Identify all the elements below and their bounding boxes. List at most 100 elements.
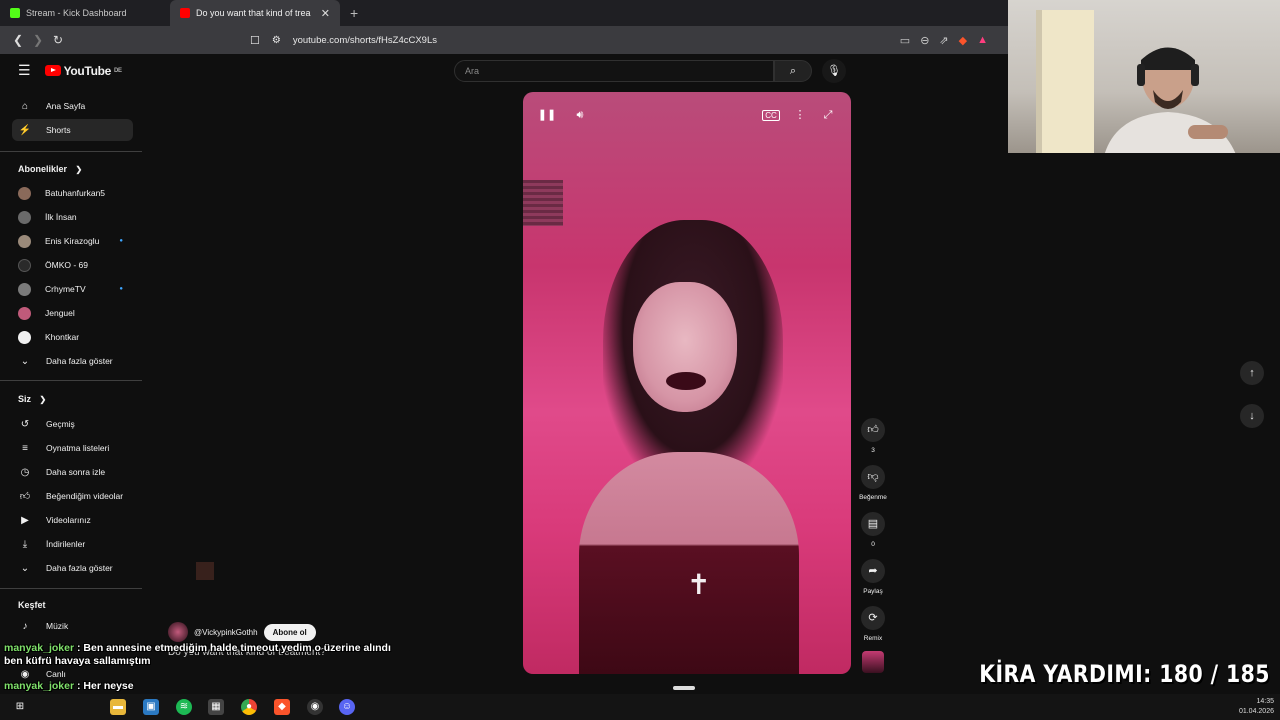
search-input[interactable]: Ara <box>454 60 774 82</box>
discord-icon[interactable]: ☺ <box>339 699 355 715</box>
sidebar-item-subscription[interactable]: Khontkar <box>12 326 133 348</box>
like-action[interactable]: 👍︎ 3 <box>860 418 886 454</box>
sidebar-item-subscription[interactable]: CrhymeTV ● <box>12 278 133 300</box>
thumbs-up-icon[interactable]: 👍︎ <box>861 418 885 442</box>
sidebar-item-subscription[interactable]: Batuhanfurkan5 <box>12 182 133 204</box>
thumbs-down-icon[interactable]: 👎︎ <box>861 465 885 489</box>
sidebar-item-liked-videos[interactable]: 👍︎ Beğendiğim videolar <box>12 485 133 507</box>
share-arrow-icon[interactable]: ➦ <box>861 559 885 583</box>
volume-button[interactable]: 🔊︎ <box>569 104 591 126</box>
chat-message: manyak_joker : Her neyse <box>4 680 134 692</box>
sidebar-item-shorts[interactable]: ⚡ Shorts <box>12 119 133 141</box>
captions-button[interactable]: CC <box>760 104 782 126</box>
sidebar-item-your-videos[interactable]: ▶ Videolarınız <box>12 509 133 531</box>
chat-username: manyak_joker <box>4 642 75 654</box>
subscribe-button[interactable]: Abone ol <box>263 623 316 641</box>
sidebar-item-label: Ana Sayfa <box>46 101 86 111</box>
dislike-action[interactable]: 👎︎ Beğenme <box>859 465 887 501</box>
tab-title: Stream - Kick Dashboard <box>26 8 127 18</box>
file-explorer-icon[interactable]: ▬ <box>110 699 126 715</box>
voice-search-button[interactable]: 🎙︎ <box>822 59 846 83</box>
shorts-video-player[interactable]: ✝ ❚❚ 🔊︎ CC ⋮ ⤢ <box>523 92 851 674</box>
brave-rewards-icon[interactable]: ▲ <box>977 34 988 46</box>
cast-icon[interactable]: ▭ <box>900 34 910 47</box>
sidebar-item-label: Shorts <box>46 125 71 135</box>
chevron-down-icon: ⌄ <box>20 562 30 574</box>
brave-icon[interactable]: ◆ <box>274 699 290 715</box>
share-icon[interactable]: ⇗ <box>939 34 948 47</box>
brave-shield-icon[interactable]: ◆ <box>959 34 967 47</box>
sidebar-item-show-more[interactable]: ⌄ Daha fazla göster <box>12 350 133 372</box>
cross-necklace: ✝ <box>687 569 711 600</box>
you-heading[interactable]: Siz ❯ <box>18 394 46 404</box>
sidebar-item-label: Beğendiğim videolar <box>46 491 124 501</box>
app-icon[interactable]: ▣ <box>143 699 159 715</box>
share-label: Paylaş <box>863 588 883 595</box>
youtube-icon <box>180 8 190 18</box>
hamburger-menu-icon[interactable]: ☰ <box>18 62 31 79</box>
pause-icon: ❚❚ <box>537 109 557 121</box>
address-bar[interactable]: ☐ ⚙ youtube.com/shorts/fHsZ4cCX9Ls <box>250 26 437 54</box>
chevron-right-icon: ❯ <box>39 395 47 404</box>
you-heading-text: Siz <box>18 394 32 404</box>
remix-action[interactable]: ⟳ Remix <box>860 606 886 642</box>
video-scene-face <box>633 282 737 412</box>
audio-thumbnail[interactable] <box>862 651 884 673</box>
channel-avatar[interactable] <box>168 622 188 642</box>
next-short-button[interactable]: ↓ <box>1240 404 1264 428</box>
channel-handle[interactable]: @VickypinkGothh <box>194 628 258 637</box>
kick-icon <box>10 8 20 18</box>
comment-icon[interactable]: ▤ <box>861 512 885 536</box>
sound-thumbnail[interactable] <box>860 651 886 673</box>
tab-title: Do you want that kind of trea <box>196 8 311 18</box>
sidebar-item-history[interactable]: ↺ Geçmiş <box>12 413 133 435</box>
new-tab-button[interactable]: + <box>340 5 368 21</box>
like-count: 3 <box>871 447 875 454</box>
share-action[interactable]: ➦ Paylaş <box>860 559 886 595</box>
rent-donation-counter: KİRA YARDIMI: 180 / 185 <box>979 660 1270 688</box>
forward-icon[interactable]: ❯ <box>28 33 48 47</box>
fullscreen-button[interactable]: ⤢ <box>817 104 839 126</box>
tab-kick-dashboard[interactable]: Stream - Kick Dashboard <box>0 0 170 26</box>
pause-button[interactable]: ❚❚ <box>536 104 558 126</box>
sidebar-item-subscription[interactable]: Jenguel <box>12 302 133 324</box>
back-icon[interactable]: ❮ <box>8 33 28 47</box>
system-clock[interactable]: 14:35 01.04.2026 <box>1239 697 1274 717</box>
more-options-button[interactable]: ⋮ <box>789 104 811 126</box>
spotify-icon[interactable]: ≋ <box>176 699 192 715</box>
comments-action[interactable]: ▤ 0 <box>860 512 886 548</box>
zoom-icon[interactable]: ⊖ <box>920 34 929 47</box>
like-icon: 👍︎ <box>19 491 31 502</box>
youtube-logo[interactable]: YouTube DE <box>44 64 122 78</box>
sidebar-item-home[interactable]: ⌂ Ana Sayfa <box>12 95 133 117</box>
next-video-peek <box>673 686 695 690</box>
sidebar-item-downloads[interactable]: ⤓ İndirilenler <box>12 533 133 555</box>
chat-message: manyak_joker : Ben annesine etmediğim ha… <box>4 642 391 667</box>
sidebar-item-show-more[interactable]: ⌄ Daha fazla göster <box>12 557 133 579</box>
search-button[interactable]: ⌕ <box>774 60 812 82</box>
windows-start-icon[interactable]: ⊞ <box>12 699 28 715</box>
site-info-icon[interactable]: ⚙ <box>272 35 281 46</box>
subscriptions-heading[interactable]: Abonelikler ❯ <box>18 164 82 174</box>
sidebar-item-watch-later[interactable]: ◷ Daha sonra izle <box>12 461 133 483</box>
reload-icon[interactable]: ↻ <box>48 33 68 47</box>
subscriptions-heading-text: Abonelikler <box>18 164 68 174</box>
sidebar-item-music[interactable]: ♪ Müzik <box>12 615 133 637</box>
calculator-icon[interactable]: ▦ <box>208 699 224 715</box>
sidebar-item-subscription[interactable]: Enis Kirazoglu ● <box>12 230 133 252</box>
arrow-down-icon: ↓ <box>1249 410 1255 422</box>
sidebar-item-subscription[interactable]: ÖMKO - 69 <box>12 254 133 276</box>
previous-short-button[interactable]: ↑ <box>1240 361 1264 385</box>
remix-label: Remix <box>863 635 883 642</box>
sidebar-item-subscription[interactable]: İlk İnsan <box>12 206 133 228</box>
chrome-icon[interactable]: ● <box>241 699 257 715</box>
remix-icon[interactable]: ⟳ <box>861 606 885 630</box>
bookmark-icon[interactable]: ☐ <box>250 34 260 47</box>
shorts-icon: ⚡ <box>18 124 32 136</box>
video-scene-vent <box>523 180 563 226</box>
close-tab-icon[interactable]: ✕ <box>321 7 330 20</box>
obs-icon[interactable]: ◉ <box>307 699 323 715</box>
tab-youtube-short[interactable]: Do you want that kind of trea ✕ <box>170 0 340 26</box>
sidebar-item-playlists[interactable]: ≡ Oynatma listeleri <box>12 437 133 459</box>
download-icon: ⤓ <box>22 538 28 550</box>
